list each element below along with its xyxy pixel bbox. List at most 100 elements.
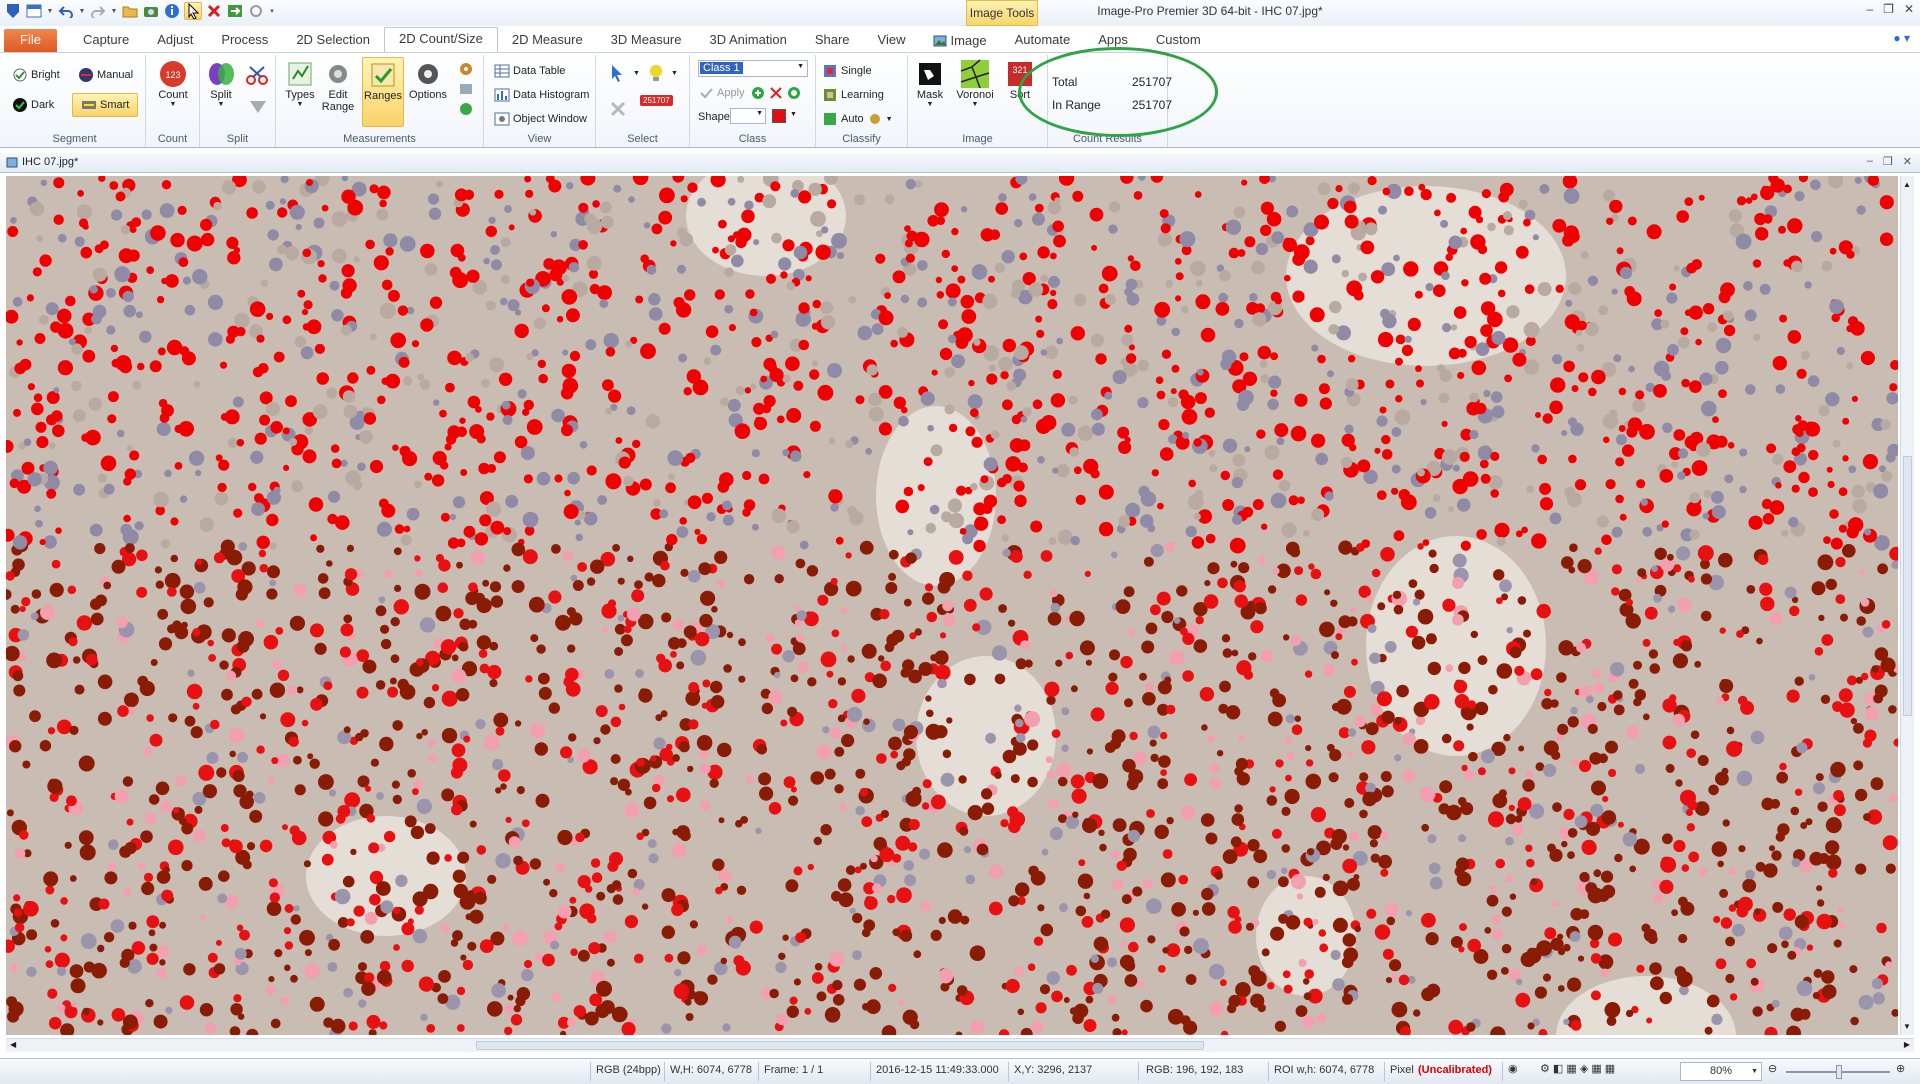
single-button[interactable]: Single	[822, 63, 872, 79]
tab-2d-measure[interactable]: 2D Measure	[498, 29, 597, 52]
manual-button[interactable]: Manual	[78, 67, 133, 83]
tab-image[interactable]: Image	[919, 29, 1000, 52]
scroll-down-icon[interactable]: ▼	[1903, 1022, 1911, 1031]
split-scissors-button[interactable]	[246, 65, 268, 85]
app-window: ▼ ▼ ▼ ▾ Image Tools Image-Pro Premier 3D…	[0, 0, 1920, 1084]
class-color-dropdown-icon[interactable]: ▼	[790, 111, 797, 118]
doc-close-icon[interactable]: ✕	[1903, 155, 1912, 168]
tab-capture[interactable]: Capture	[69, 29, 143, 52]
vertical-scroll-thumb[interactable]	[1903, 456, 1912, 716]
voronoi-button[interactable]: Voronoi ▼	[954, 59, 996, 108]
doc-minimize-icon[interactable]: –	[1867, 155, 1873, 168]
auto-button[interactable]: Auto ▼	[822, 111, 893, 127]
manual-icon	[79, 68, 93, 82]
x-icon	[610, 101, 626, 117]
remove-class-button[interactable]	[768, 85, 784, 101]
minimize-icon[interactable]: –	[1866, 2, 1873, 16]
tab-2d-selection[interactable]: 2D Selection	[282, 29, 384, 52]
manual-label: Manual	[97, 69, 134, 81]
status-frame: Frame: 1 / 1	[764, 1064, 824, 1076]
tab-adjust[interactable]: Adjust	[143, 29, 207, 52]
horizontal-scrollbar[interactable]: ◀ ▶	[6, 1038, 1914, 1052]
tab-view[interactable]: View	[864, 29, 920, 52]
split-dropdown-icon[interactable]: ▼	[218, 101, 225, 108]
restore-icon[interactable]: ❐	[1883, 2, 1894, 16]
zoom-select[interactable]: 80% ▼	[1680, 1062, 1762, 1081]
tissue-image	[6, 176, 1898, 1035]
measure-extra-button-2[interactable]	[458, 81, 474, 97]
group-segment: Bright Manual Dark Smart Segment	[4, 55, 146, 147]
refresh-class-icon	[788, 87, 800, 99]
zoom-out-icon[interactable]: ⊖	[1768, 1062, 1777, 1075]
tab-3d-animation[interactable]: 3D Animation	[695, 29, 800, 52]
tab-automate[interactable]: Automate	[1001, 29, 1085, 52]
split-icon	[206, 59, 236, 89]
edit-range-button[interactable]: Edit Range	[320, 59, 356, 113]
scroll-right-icon[interactable]: ▶	[1904, 1040, 1910, 1049]
shape-select[interactable]: ▼	[730, 108, 766, 124]
calibration-icon[interactable]: ◉	[1508, 1062, 1518, 1075]
add-icon	[752, 87, 764, 99]
voronoi-dropdown-icon[interactable]: ▼	[972, 101, 979, 108]
dark-label: Dark	[31, 99, 55, 111]
voronoi-icon	[960, 59, 990, 89]
zoom-slider[interactable]	[1786, 1065, 1890, 1079]
class-color-swatch[interactable]	[772, 109, 786, 123]
object-window-button[interactable]: Object Window	[494, 111, 587, 127]
group-classify: Single Learning Auto ▼ Classify	[816, 55, 908, 147]
scroll-up-icon[interactable]: ▲	[1903, 180, 1911, 189]
count-dropdown-icon[interactable]: ▼	[170, 101, 177, 108]
tab-custom[interactable]: Custom	[1142, 29, 1215, 52]
status-color-mode: RGB (24bpp)	[596, 1064, 661, 1076]
zoom-in-icon[interactable]: ⊕	[1896, 1062, 1905, 1075]
dark-button[interactable]: Dark	[12, 97, 54, 113]
merge-button[interactable]	[248, 97, 268, 115]
add-class-button[interactable]	[750, 85, 766, 101]
mask-dropdown-icon[interactable]: ▼	[927, 101, 934, 108]
mask-button[interactable]: Mask ▼	[912, 59, 948, 108]
refresh-class-button[interactable]	[786, 85, 802, 101]
measure-extra-button-1[interactable]	[458, 61, 474, 77]
vertical-scrollbar[interactable]: ▲ ▼	[1900, 176, 1914, 1035]
smart-button[interactable]: Smart	[72, 93, 139, 117]
close-icon[interactable]: ✕	[1904, 2, 1914, 16]
split-label: Split	[210, 89, 232, 101]
types-dropdown-icon[interactable]: ▼	[297, 101, 304, 108]
split-group-label: Split	[226, 133, 249, 145]
measure-extra-button-3[interactable]	[458, 101, 474, 117]
document-title: IHC 07.jpg*	[6, 156, 78, 168]
data-table-button[interactable]: Data Table	[494, 63, 565, 79]
group-select: ▼ ▼ 251707 Select	[596, 55, 690, 147]
data-histogram-button[interactable]: Data Histogram	[494, 87, 589, 103]
class-select[interactable]: Class 1 ▼	[698, 60, 808, 77]
tab-process[interactable]: Process	[207, 29, 282, 52]
deselect-button[interactable]	[608, 99, 630, 119]
tab-share[interactable]: Share	[801, 29, 864, 52]
status-tool-icons[interactable]: ⚙ ◧ ▦ ◈ ▦ ▦	[1540, 1062, 1615, 1075]
select-tool-button[interactable]: ▼	[608, 63, 640, 83]
help-icon[interactable]: ● ▾	[1893, 31, 1910, 45]
selection-count-badge[interactable]: 251707	[640, 95, 673, 106]
tab-2d-count-size[interactable]: 2D Count/Size	[384, 27, 498, 52]
ranges-button[interactable]: Ranges	[362, 57, 404, 127]
doc-restore-icon[interactable]: ❐	[1883, 155, 1893, 168]
scroll-left-icon[interactable]: ◀	[10, 1040, 16, 1049]
count-icon: 123	[158, 59, 188, 89]
learning-button[interactable]: Learning	[822, 87, 884, 103]
split-button[interactable]: Split ▼	[202, 59, 240, 108]
options-button[interactable]: Options	[406, 59, 450, 101]
tab-3d-measure[interactable]: 3D Measure	[597, 29, 696, 52]
image-canvas[interactable]	[6, 176, 1898, 1035]
zoom-slider-thumb[interactable]	[1836, 1065, 1842, 1079]
types-button[interactable]: Types ▼	[282, 59, 318, 108]
bright-label: Bright	[31, 69, 60, 81]
types-label: Types	[285, 89, 315, 101]
tab-file[interactable]: File	[4, 29, 57, 52]
highlight-tool-button[interactable]: ▼	[646, 63, 678, 83]
horizontal-scroll-thumb[interactable]	[476, 1041, 1204, 1050]
count-button[interactable]: 123 Count ▼	[153, 59, 193, 108]
title-bar: ▼ ▼ ▼ ▾ Image Tools Image-Pro Premier 3D…	[0, 0, 1920, 26]
apply-class-button[interactable]: Apply	[698, 85, 745, 101]
bright-button[interactable]: Bright	[12, 67, 60, 83]
zoom-chevron-icon: ▼	[1751, 1068, 1758, 1075]
